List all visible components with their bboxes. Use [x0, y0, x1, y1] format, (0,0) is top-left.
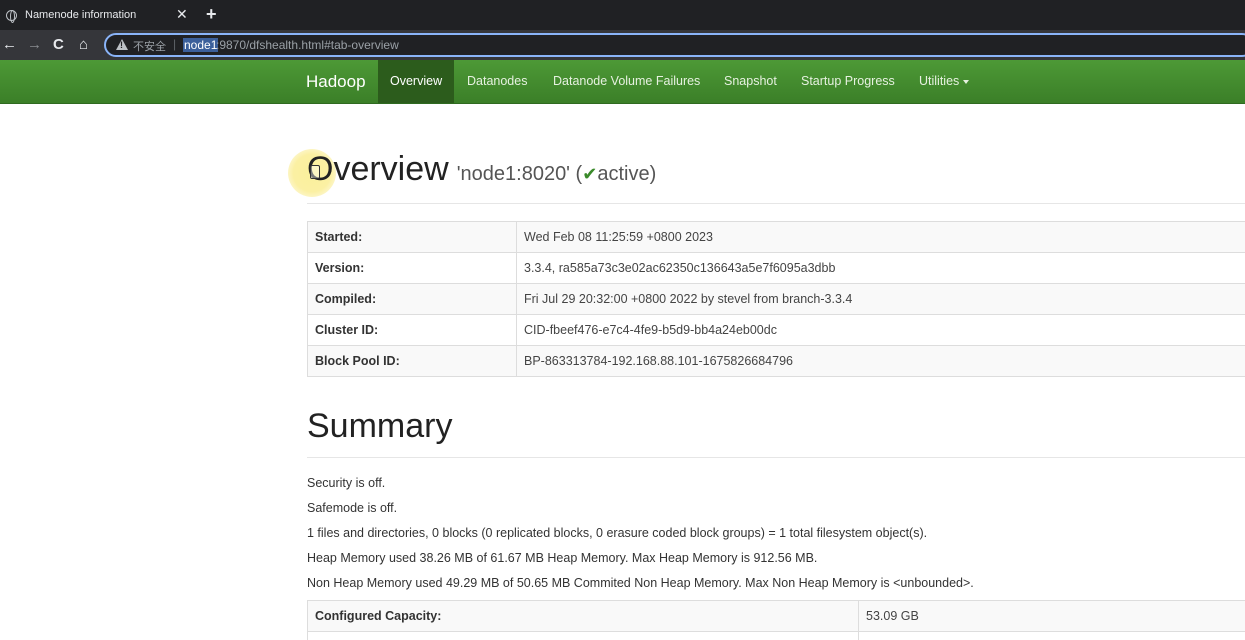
row-value: BP-863313784-192.168.88.101-167582668479… — [516, 345, 1245, 377]
caret-down-icon — [963, 79, 970, 84]
non-heap-memory: Non Heap Memory used 49.29 MB of 50.65 M… — [307, 576, 974, 590]
row-key: Block Pool ID: — [307, 345, 517, 377]
table-row: Cluster ID: CID-fbeef476-e7c4-4fe9-b5d9-b… — [307, 314, 1245, 346]
divider — [307, 457, 1245, 458]
browser-toolbar: ← → C ⌂ 不安全 | node1 :9870/dfshealth.html… — [0, 30, 1245, 60]
nav-overview[interactable]: Overview — [378, 60, 455, 103]
row-key: Compiled: — [307, 283, 517, 315]
overview-table: Started: Wed Feb 08 11:25:59 +0800 2023 V… — [307, 221, 1245, 377]
security-label[interactable]: 不安全 — [133, 38, 166, 54]
table-row: Compiled: Fri Jul 29 20:32:00 +0800 2022 … — [307, 283, 1245, 315]
table-row: Block Pool ID: BP-863313784-192.168.88.10… — [307, 345, 1245, 377]
namenode-address: 'node1:8020' (✔active) — [457, 163, 657, 185]
safemode-status: Safemode is off. — [307, 501, 398, 515]
filesystem-objects: 1 files and directories, 0 blocks (0 rep… — [307, 526, 928, 540]
divider — [307, 203, 1245, 204]
table-row: Started: Wed Feb 08 11:25:59 +0800 2023 — [307, 221, 1245, 253]
browser-tab[interactable]: Namenode information ✕ — [0, 0, 196, 30]
security-status: Security is off. — [307, 476, 386, 490]
nav-utilities-dropdown[interactable]: Utilities — [919, 60, 970, 103]
row-key — [307, 631, 859, 640]
url-path[interactable]: :9870/dfshealth.html#tab-overview — [216, 38, 399, 52]
row-value: 3.3.4, ra585a73c3e02ac62350c136643a5e7f6… — [516, 252, 1245, 284]
nav-datanodes[interactable]: Datanodes — [467, 60, 527, 103]
new-tab-button[interactable]: + — [206, 4, 217, 24]
nav-utilities-label: Utilities — [919, 74, 960, 88]
table-row: Configured Capacity: 53.09 GB — [307, 600, 1245, 632]
row-value: CID-fbeef476-e7c4-4fe9-b5d9-bb4a24eb00dc — [516, 314, 1245, 346]
row-value: 53.09 GB — [858, 600, 1245, 632]
heap-memory: Heap Memory used 38.26 MB of 61.67 MB He… — [307, 551, 818, 565]
nav-datanode-volume-failures[interactable]: Datanode Volume Failures — [553, 60, 700, 103]
mouse-cursor — [310, 165, 320, 179]
row-value: Fri Jul 29 20:32:00 +0800 2022 by stevel… — [516, 283, 1245, 315]
capacity-table: Configured Capacity: 53.09 GB — [307, 600, 1245, 640]
page-title: Overview 'node1:8020' (✔active) — [307, 150, 656, 189]
brand-logo[interactable]: Hadoop — [306, 72, 366, 92]
row-value — [858, 631, 1245, 640]
nav-startup-progress[interactable]: Startup Progress — [801, 60, 895, 103]
browser-tab-strip: Namenode information ✕ + — [0, 0, 1245, 30]
row-key: Cluster ID: — [307, 314, 517, 346]
nav-snapshot[interactable]: Snapshot — [724, 60, 777, 103]
back-arrow-icon[interactable]: ← — [2, 36, 17, 54]
forward-arrow-icon[interactable]: → — [27, 36, 42, 54]
globe-icon — [6, 10, 17, 23]
url-separator: | — [173, 37, 177, 51]
overview-heading: Overview — [307, 150, 449, 188]
row-value: Wed Feb 08 11:25:59 +0800 2023 — [516, 221, 1245, 253]
row-key: Version: — [307, 252, 517, 284]
table-row: Version: 3.3.4, ra585a73c3e02ac62350c1366… — [307, 252, 1245, 284]
tab-title: Namenode information — [25, 9, 137, 21]
table-row — [307, 631, 1245, 640]
namenode-host: 'node1:8020' ( — [456, 163, 583, 185]
check-icon: ✔ — [582, 164, 598, 184]
warning-icon[interactable] — [116, 39, 128, 50]
row-key: Started: — [307, 221, 517, 253]
reload-icon[interactable]: C — [53, 36, 64, 54]
hadoop-navbar: Hadoop Overview Datanodes Datanode Volum… — [0, 60, 1245, 104]
close-icon[interactable]: ✕ — [176, 6, 188, 22]
summary-heading: Summary — [307, 407, 453, 445]
home-icon[interactable]: ⌂ — [79, 36, 88, 54]
row-key: Configured Capacity: — [307, 600, 859, 632]
namenode-status: active) — [597, 163, 657, 185]
url-host[interactable]: node1 — [183, 38, 219, 52]
address-bar[interactable]: 不安全 | node1 :9870/dfshealth.html#tab-ove… — [104, 33, 1245, 57]
